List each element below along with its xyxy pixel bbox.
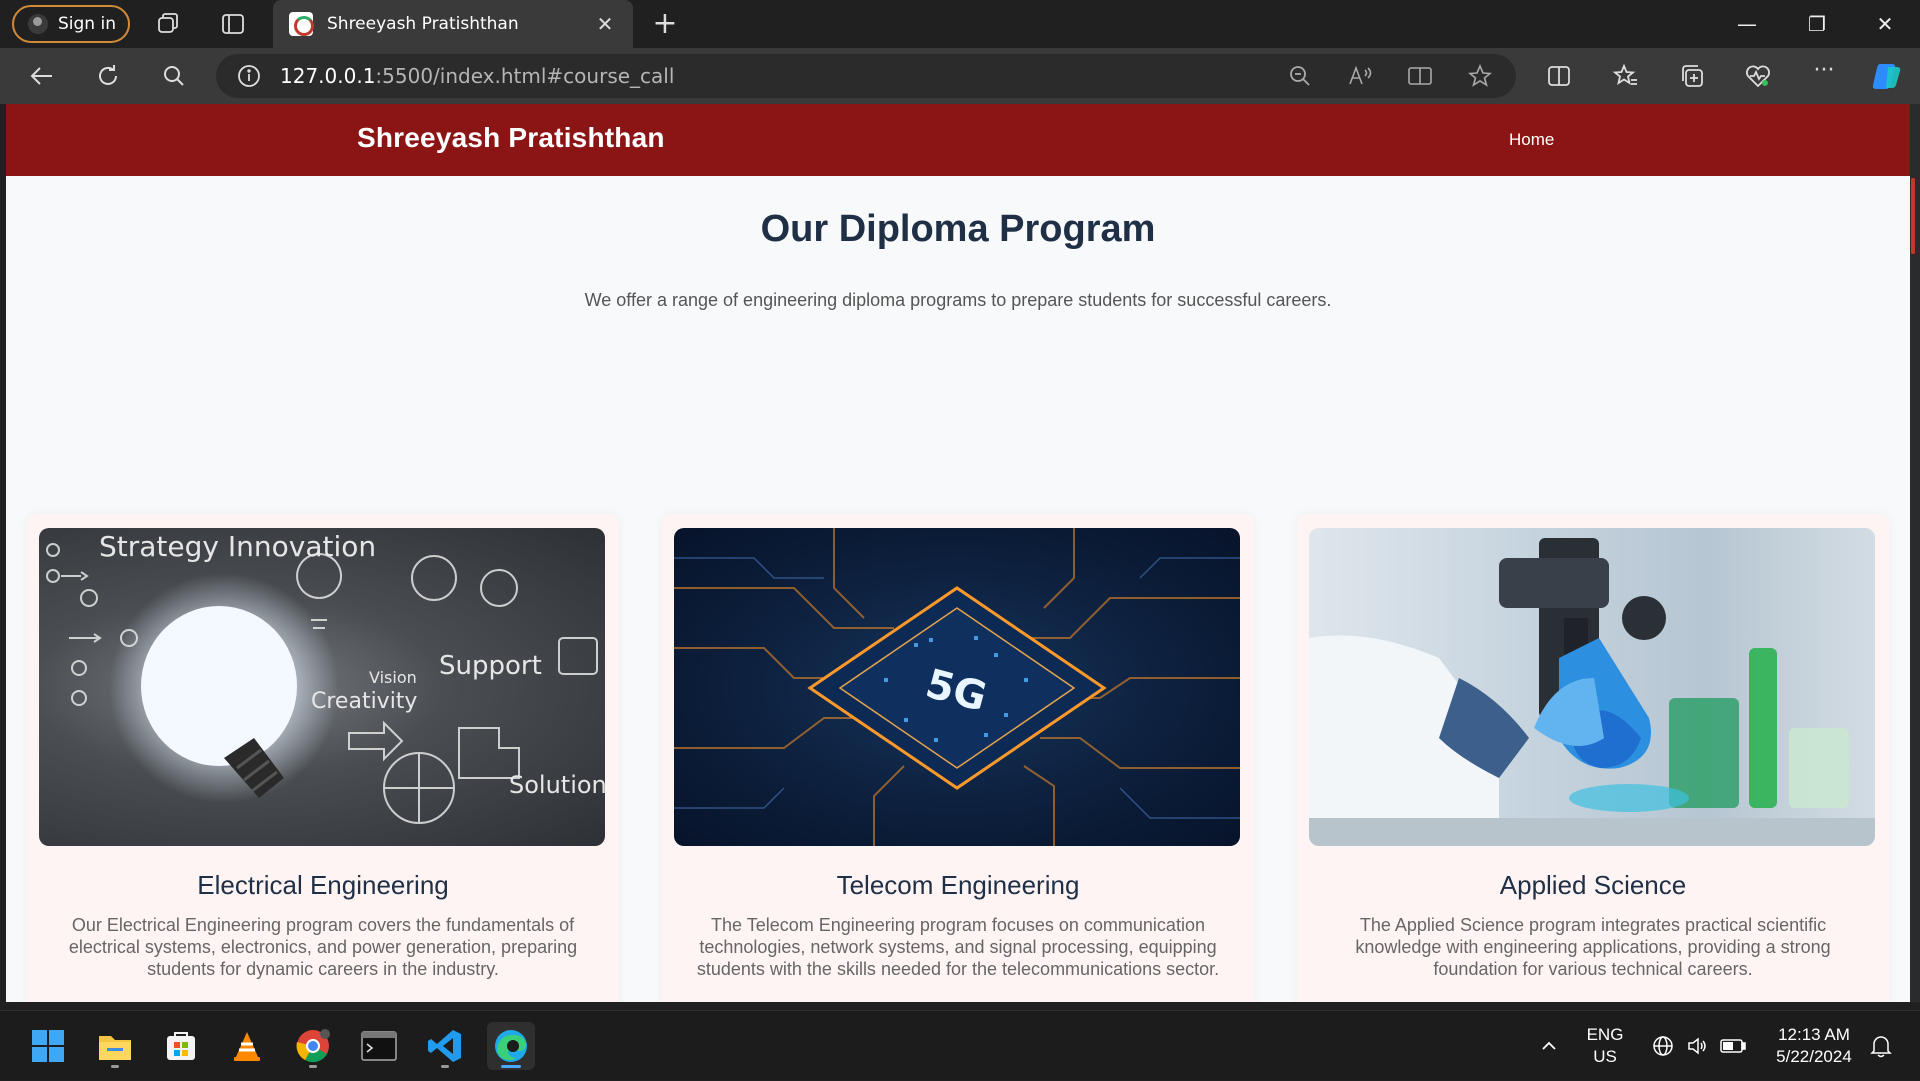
browser-toolbar: 127.0.0.1:5500/index.html#course_call ··… [0,48,1920,104]
clock-date: 5/22/2024 [1776,1047,1852,1066]
workspaces-icon[interactable] [155,10,183,38]
electrical-image-word: Support [439,651,542,681]
close-tab-icon[interactable]: ✕ [593,12,617,36]
electrical-image-word: Vision [369,668,417,687]
site-info-icon[interactable] [236,63,262,89]
collections-icon[interactable] [1678,62,1706,90]
course-card-applied-science[interactable]: Applied Science The Applied Science prog… [1297,514,1889,1002]
page-viewport: Shreeyash Pratishthan Home Our Diploma P… [6,104,1910,1002]
course-description: Our Electrical Engineering program cover… [68,915,578,979]
course-card-telecom[interactable]: 5G Telecom Engineering The Telecom Engin… [662,514,1254,1002]
network-globe-icon[interactable] [1648,1011,1678,1081]
input-language-indicator[interactable]: ENG US [1580,1011,1630,1081]
search-icon[interactable] [160,62,188,90]
clock-time: 12:13 AM [1778,1025,1850,1044]
course-description: The Applied Science program integrates p… [1355,915,1831,979]
course-title: Applied Science [1499,870,1687,900]
sign-in-label: Sign in [58,14,116,34]
language-code: ENG [1586,1025,1624,1044]
browser-tab-active[interactable]: Shreeyash Pratishthan ✕ [273,0,633,48]
browser-tab-bar: Sign in Shreeyash Pratishthan ✕ + — ❐ ✕ [0,0,1920,48]
split-screen-icon[interactable] [1545,62,1573,90]
course-title: Telecom Engineering [836,870,1080,900]
sign-in-button[interactable]: Sign in [12,5,130,43]
restore-icon[interactable]: ❐ [1782,0,1852,48]
site-favicon-icon [289,12,314,36]
language-region: US [1593,1047,1617,1066]
notification-bell-icon[interactable] [1866,1011,1896,1081]
browser-essentials-icon[interactable] [1744,62,1772,90]
running-indicator [501,1065,521,1068]
site-brand[interactable]: Shreeyash Pratishthan [357,122,665,154]
window-close-icon[interactable]: ✕ [1850,0,1920,48]
refresh-icon[interactable] [94,62,122,90]
microsoft-store-icon[interactable] [157,1022,205,1070]
tab-title: Shreeyash Pratishthan [327,14,519,34]
start-windows-icon[interactable] [24,1022,72,1070]
running-indicator [441,1065,449,1068]
page-scrollbar-thumb[interactable] [1911,178,1915,254]
tab-actions-icon[interactable] [219,10,247,38]
chrome-icon[interactable] [289,1022,337,1070]
windows-taskbar: ENG US 12:13 AM 5/22/2024 [0,1010,1920,1080]
zoom-out-icon[interactable] [1286,54,1314,98]
site-navbar: Shreeyash Pratishthan Home [6,104,1910,176]
electrical-image-word: Strategy Innovation [99,530,376,563]
volume-speaker-icon[interactable] [1682,1011,1712,1081]
electrical-image-word: Creativity [311,689,417,714]
copilot-icon[interactable] [1870,58,1906,94]
nav-link-home[interactable]: Home [1509,130,1554,150]
new-tab-icon[interactable]: + [650,6,680,41]
section-subtitle: We offer a range of engineering diploma … [584,290,1332,310]
read-aloud-icon[interactable] [1346,54,1374,98]
applied-science-image [1309,528,1875,846]
course-card-electrical[interactable]: Strategy Innovation Vision Creativity Su… [27,514,619,1002]
edge-browser-icon[interactable] [487,1022,535,1070]
url-host: 127.0.0.1 [280,64,376,88]
vlc-player-icon[interactable] [223,1022,271,1070]
section-title: Our Diploma Program [760,208,1156,250]
favorites-icon[interactable] [1612,62,1640,90]
electrical-image-word: Solution [509,771,605,799]
running-indicator [111,1065,119,1068]
running-indicator [309,1065,317,1068]
back-arrow-icon[interactable] [28,62,56,90]
course-title: Electrical Engineering [197,870,449,900]
more-options-icon[interactable]: ··· [1810,58,1838,86]
show-hidden-icons-chevron-up-icon[interactable] [1534,1011,1564,1081]
file-explorer-icon[interactable] [91,1022,139,1070]
vscode-icon[interactable] [421,1022,469,1070]
course-description: The Telecom Engineering program focuses … [696,915,1220,979]
minimize-icon[interactable]: — [1712,0,1782,48]
battery-icon[interactable] [1718,1011,1748,1081]
profile-avatar-icon [28,14,48,34]
favorite-star-icon[interactable] [1466,54,1494,98]
address-bar[interactable]: 127.0.0.1:5500/index.html#course_call [216,54,1516,98]
terminal-icon[interactable] [355,1022,403,1070]
electrical-image: Strategy Innovation Vision Creativity Su… [39,528,605,846]
telecom-image: 5G [674,528,1240,846]
clock[interactable]: 12:13 AM 5/22/2024 [1764,1011,1864,1081]
immersive-reader-icon[interactable] [1406,54,1434,98]
url-path: :5500/index.html#course_call [375,64,675,88]
